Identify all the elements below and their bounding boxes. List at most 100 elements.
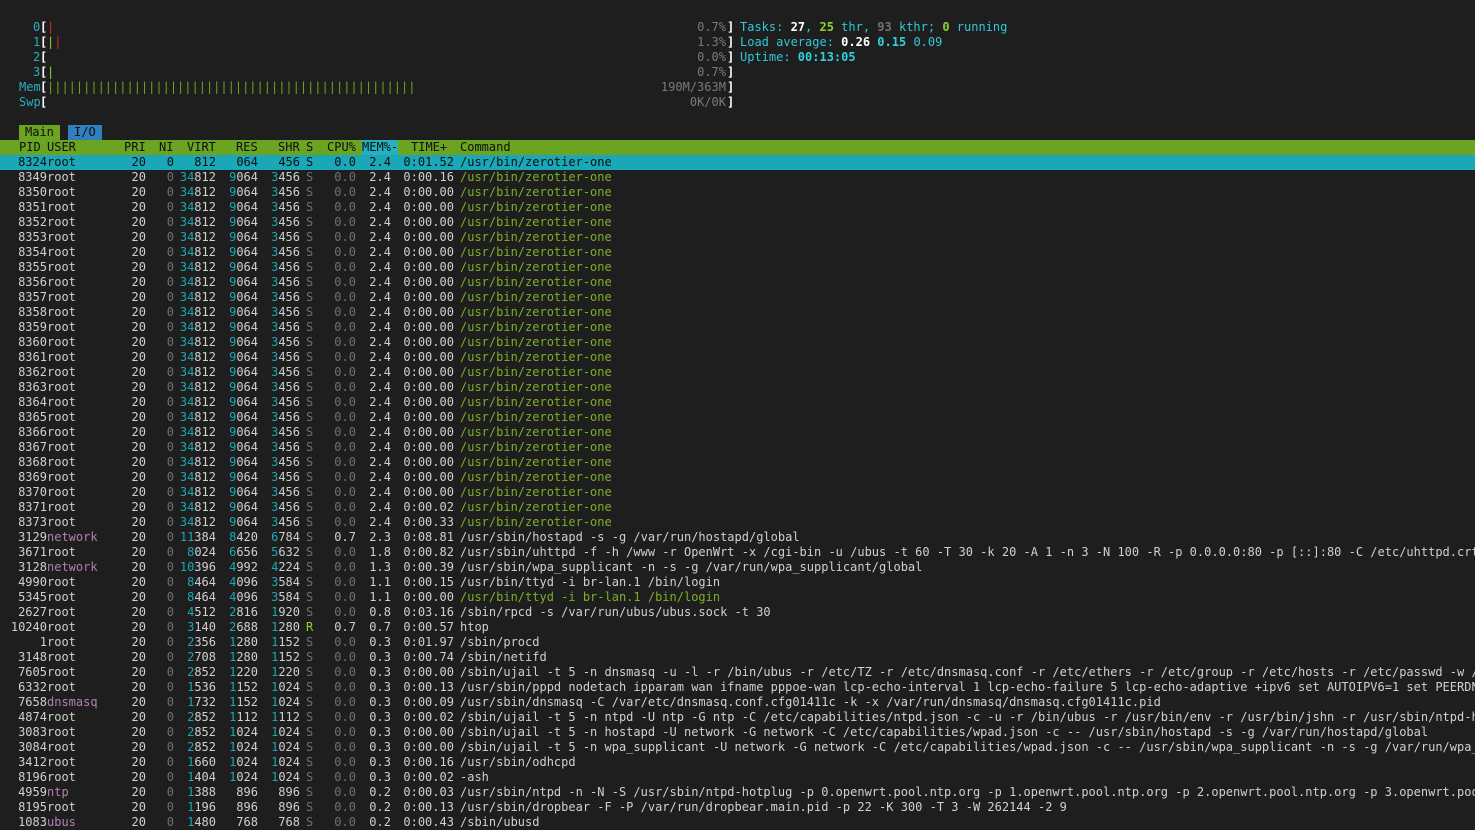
- mem-percent: 0.3: [369, 665, 391, 679]
- mem-meter-bar: ||||||||||||||||||||||||||||||||||||||||…: [47, 80, 416, 94]
- cpu-percent: 0.0: [334, 635, 356, 649]
- process-row[interactable]: 8362 root 20 0 34812 9064 3456 S 0.0 2.4 0:00.00/u…: [0, 365, 1475, 380]
- process-row[interactable]: 8196 root 20 0 1404 1024 1024 S 0.0 0.3 0:00.02 -as…: [0, 770, 1475, 785]
- column-header-mem-sorted[interactable]: MEM%-: [362, 140, 399, 155]
- time: 0:00.00: [403, 410, 454, 424]
- process-row[interactable]: 8370 root 20 0 34812 9064 3456 S 0.0 2.4 0:00.00/u…: [0, 485, 1475, 500]
- process-row[interactable]: 8360 root 20 0 34812 9064 3456 S 0.0 2.4 0:00.00/u…: [0, 335, 1475, 350]
- command: /usr/bin/zerotier-one: [460, 230, 612, 244]
- cpu-percent: 0.0: [334, 710, 356, 724]
- process-row[interactable]: 8369 root 20 0 34812 9064 3456 S 0.0 2.4 0:00.00/u…: [0, 470, 1475, 485]
- user: dnsmasq: [47, 695, 98, 709]
- process-row[interactable]: 3129 network 20 0 11384 8420 6784 S 0.7 2.3 0:08.8…: [0, 530, 1475, 545]
- process-row[interactable]: 8354 root 20 0 34812 9064 3456 S 0.0 2.4 0:00.00/u…: [0, 245, 1475, 260]
- virt: 34812: [179, 230, 216, 244]
- tab-io[interactable]: I/O: [68, 125, 102, 140]
- shr: 3456: [271, 470, 300, 484]
- process-row[interactable]: 2627 root 20 0 4512 2816 1920 S 0.0 0.8 0:03.16/sb…: [0, 605, 1475, 620]
- process-row[interactable]: 3412 root 20 0 1660 1024 1024 S 0.0 0.3 0:00.16/us…: [0, 755, 1475, 770]
- process-row[interactable]: 8363 root 20 0 34812 9064 3456 S 0.0 2.4 0:00.00/u…: [0, 380, 1475, 395]
- process-row[interactable]: 8364 root 20 0 34812 9064 3456 S 0.0 2.4 0:00.00/u…: [0, 395, 1475, 410]
- process-row[interactable]: 8195 root 20 0 1196 896 896 S 0.0 0.2 0:00.13/usr/…: [0, 800, 1475, 815]
- res: 2816: [229, 605, 258, 619]
- process-row[interactable]: 3083 root 20 0 2852 1024 1024 S 0.0 0.3 0:00.00/sb…: [0, 725, 1475, 740]
- shr: 896: [278, 785, 300, 799]
- process-row[interactable]: 1083 ubus 20 0 1480 768 768 S 0.0 0.2 0:00.43/sbin…: [0, 815, 1475, 830]
- mem-percent: 0.2: [369, 800, 391, 814]
- user: root: [47, 275, 76, 289]
- nice: 0: [166, 365, 174, 379]
- column-header-res[interactable]: RES: [236, 140, 258, 155]
- column-header-virt[interactable]: VIRT: [187, 140, 216, 155]
- command: /usr/bin/zerotier-one: [460, 500, 612, 514]
- process-row[interactable]: 5345 root 20 0 8464 4096 3584 S 0.0 1.1 0:00.00/us…: [0, 590, 1475, 605]
- priority: 20: [131, 395, 146, 409]
- command: /usr/bin/zerotier-one: [460, 425, 612, 439]
- mem-percent: 0.3: [369, 695, 391, 709]
- priority: 20: [131, 695, 146, 709]
- column-header-cpu[interactable]: CPU%: [327, 140, 356, 155]
- column-header-shr[interactable]: SHR: [278, 140, 300, 155]
- cpu-percent: 0.0: [334, 815, 356, 829]
- mem-percent: 0.3: [369, 680, 391, 694]
- pid: 8358: [18, 305, 47, 319]
- process-row[interactable]: 3084 root 20 0 2852 1024 1024 S 0.0 0.3 0:00.00/sb…: [0, 740, 1475, 755]
- column-header-pri[interactable]: PRI: [124, 140, 146, 155]
- column-header-state[interactable]: S: [306, 140, 313, 155]
- process-row[interactable]: 8357 root 20 0 34812 9064 3456 S 0.0 2.4 0:00.00/u…: [0, 290, 1475, 305]
- tasks-line: Tasks: 27, 25 thr, 93 kthr; 0 running: [740, 20, 1008, 34]
- column-header-time[interactable]: TIME+: [411, 140, 447, 155]
- pid: 8373: [18, 515, 47, 529]
- process-row[interactable]: 7658 dnsmasq 20 0 1732 1152 1024 S 0.0 0.3 0:00.09…: [0, 695, 1475, 710]
- res: 9064: [229, 260, 258, 274]
- process-row[interactable]: 4990 root 20 0 8464 4096 3584 S 0.0 1.1 0:00.15/us…: [0, 575, 1475, 590]
- cpu-percent: 0.0: [334, 365, 356, 379]
- process-row[interactable]: 8361 root 20 0 34812 9064 3456 S 0.0 2.4 0:00.00/u…: [0, 350, 1475, 365]
- process-row[interactable]: 8349 root 20 0 34812 9064 3456 S 0.0 2.4 0:00.16/u…: [0, 170, 1475, 185]
- process-row[interactable]: 8365 root 20 0 34812 9064 3456 S 0.0 2.4 0:00.00/u…: [0, 410, 1475, 425]
- process-row[interactable]: 10240 root 20 0 3140 2688 1280 R 0.7 0.7 0:00.57 ht…: [0, 620, 1475, 635]
- command: /usr/bin/zerotier-one: [460, 155, 612, 169]
- tab-main[interactable]: Main: [19, 125, 60, 140]
- res: 1152: [229, 680, 258, 694]
- process-row[interactable]: 8359 root 20 0 34812 9064 3456 S 0.0 2.4 0:00.00/u…: [0, 320, 1475, 335]
- virt: 34812: [179, 335, 216, 349]
- state: S: [306, 815, 314, 829]
- column-header-ni[interactable]: NI: [159, 140, 173, 155]
- process-row[interactable]: 8352 root 20 0 34812 9064 3456 S 0.0 2.4 0:00.00/u…: [0, 215, 1475, 230]
- virt: 11384: [179, 530, 216, 544]
- state: S: [306, 170, 314, 184]
- process-row[interactable]: 7605 root 20 0 2852 1220 1220 S 0.0 0.3 0:00.00/sb…: [0, 665, 1475, 680]
- process-row[interactable]: 8356 root 20 0 34812 9064 3456 S 0.0 2.4 0:00.00/u…: [0, 275, 1475, 290]
- mem-percent: 2.4: [369, 305, 391, 319]
- process-row[interactable]: 8368 root 20 0 34812 9064 3456 S 0.0 2.4 0:00.00/u…: [0, 455, 1475, 470]
- state: S: [306, 770, 314, 784]
- column-header-pid[interactable]: PID: [19, 140, 41, 155]
- process-row[interactable]: 4959 ntp 20 0 1388 896 896 S 0.0 0.2 0:00.03/usr/s…: [0, 785, 1475, 800]
- process-row[interactable]: 8350 root 20 0 34812 9064 3456 S 0.0 2.4 0:00.00/u…: [0, 185, 1475, 200]
- process-row[interactable]: 4874 root 20 0 2852 1112 1112 S 0.0 0.3 0:00.02/sb…: [0, 710, 1475, 725]
- process-row[interactable]: 8358 root 20 0 34812 9064 3456 S 0.0 2.4 0:00.00/u…: [0, 305, 1475, 320]
- process-row[interactable]: 1 root 20 0 2356 1280 1152 S 0.0 0.3 0:01.97/sbin/…: [0, 635, 1475, 650]
- process-row[interactable]: 8351 root 20 0 34812 9064 3456 S 0.0 2.4 0:00.00/u…: [0, 200, 1475, 215]
- process-row[interactable]: 8367 root 20 0 34812 9064 3456 S 0.0 2.4 0:00.00/u…: [0, 440, 1475, 455]
- res: 9064: [229, 170, 258, 184]
- column-header-command[interactable]: Command: [460, 140, 511, 155]
- command: /sbin/ubusd: [460, 815, 540, 829]
- nice: 0: [166, 200, 174, 214]
- cpu-meter-value: 0.0%: [697, 50, 726, 64]
- process-row[interactable]: 8324 root 20 0 34812 9064 3456 S 0.0 2.4 0:01.52/u…: [0, 155, 1475, 170]
- virt: 1732: [187, 695, 216, 709]
- process-row[interactable]: 3128 network 20 0 10396 4992 4224 S 0.0 1.3 0:00.3…: [0, 560, 1475, 575]
- column-header-user[interactable]: USER: [47, 140, 76, 155]
- process-row[interactable]: 6332 root 20 0 1536 1152 1024 S 0.0 0.3 0:00.13/us…: [0, 680, 1475, 695]
- process-row[interactable]: 8373 root 20 0 34812 9064 3456 S 0.0 2.4 0:00.33/u…: [0, 515, 1475, 530]
- process-row[interactable]: 3671 root 20 0 8024 6656 5632 S 0.0 1.8 0:00.82/us…: [0, 545, 1475, 560]
- process-row[interactable]: 3148 root 20 0 2708 1280 1152 S 0.0 0.3 0:00.74/sb…: [0, 650, 1475, 665]
- cpu-percent: 0.0: [334, 560, 356, 574]
- nice: 0: [166, 575, 174, 589]
- process-row[interactable]: 8353 root 20 0 34812 9064 3456 S 0.0 2.4 0:00.00/u…: [0, 230, 1475, 245]
- process-row[interactable]: 8355 root 20 0 34812 9064 3456 S 0.0 2.4 0:00.00/u…: [0, 260, 1475, 275]
- process-row[interactable]: 8366 root 20 0 34812 9064 3456 S 0.0 2.4 0:00.00/u…: [0, 425, 1475, 440]
- process-row[interactable]: 8371 root 20 0 34812 9064 3456 S 0.0 2.4 0:00.02/u…: [0, 500, 1475, 515]
